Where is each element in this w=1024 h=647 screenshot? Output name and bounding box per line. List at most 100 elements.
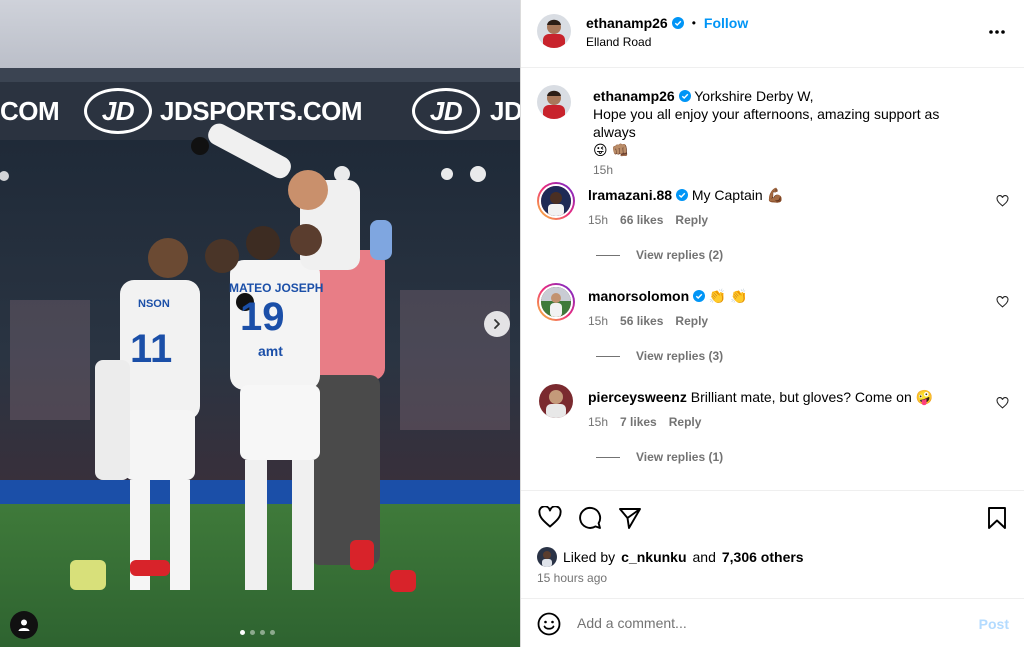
more-horizontal-icon: [989, 30, 1005, 34]
save-button[interactable]: [987, 506, 1007, 535]
replies-divider: [596, 254, 620, 256]
post-header: ethanamp26 • Follow Elland Road: [521, 0, 1024, 68]
view-replies-button[interactable]: View replies (2): [596, 248, 723, 262]
liked-by-prefix: Liked by: [563, 549, 616, 565]
separator-dot: •: [691, 16, 696, 30]
caption-username[interactable]: ethanamp26: [593, 88, 675, 104]
user-icon: [18, 619, 30, 631]
likes-summary: Liked by c_nkunku and 7,306 others: [537, 547, 804, 567]
author-avatar[interactable]: [537, 85, 571, 119]
comment-likes[interactable]: 7 likes: [620, 415, 657, 429]
replies-divider: [596, 355, 620, 357]
chevron-right-icon: [494, 319, 500, 329]
svg-text:amt: amt: [258, 343, 283, 359]
comment-like-button[interactable]: [996, 194, 1009, 212]
replies-divider: [596, 456, 620, 458]
view-replies-label: View replies (1): [636, 450, 724, 464]
carousel-dot: [260, 630, 265, 635]
emoji-picker-button[interactable]: [537, 612, 561, 641]
ad-board-text-main: JDSPORTS.COM: [160, 96, 363, 126]
commenter-avatar[interactable]: [537, 283, 575, 321]
ad-board-logo-right: JD: [412, 88, 480, 134]
comment-text: My Captain 💪🏾: [691, 187, 784, 203]
post-side-panel: ethanamp26 • Follow Elland Road ethanamp…: [520, 0, 1024, 647]
caption-line-1: Yorkshire Derby W,: [694, 88, 814, 104]
reply-button[interactable]: Reply: [669, 415, 702, 429]
caption-text: ethanamp26 Yorkshire Derby W, Hope you a…: [593, 87, 983, 159]
svg-text:19: 19: [240, 295, 285, 339]
heart-icon: [996, 194, 1009, 207]
comment-username[interactable]: lramazani.88: [588, 187, 672, 203]
comment-input[interactable]: [577, 611, 957, 635]
heart-icon: [996, 295, 1009, 308]
more-options-button[interactable]: [988, 22, 1006, 40]
liked-by-others[interactable]: 7,306 others: [722, 549, 804, 565]
reply-button[interactable]: Reply: [675, 314, 708, 328]
verified-badge-icon: [678, 90, 691, 102]
bookmark-icon: [988, 507, 1006, 529]
liked-by-and: and: [692, 549, 716, 565]
tagged-users-button[interactable]: [10, 611, 38, 639]
verified-badge-icon: [671, 17, 684, 29]
comment-text: 👏 👏: [708, 288, 748, 304]
verified-badge-icon: [675, 189, 688, 201]
commenter-avatar[interactable]: [537, 182, 575, 220]
view-replies-button[interactable]: View replies (1): [596, 450, 723, 464]
caption-meta: 15h: [593, 163, 613, 177]
ad-board-text-left: COM: [0, 96, 60, 126]
emoji-icon: [537, 612, 561, 636]
comment-time[interactable]: 15h: [588, 314, 608, 328]
commenter-avatar-image: [539, 384, 573, 418]
comment-text: Brilliant mate, but gloves? Come on 🤪: [690, 389, 934, 405]
comment-username[interactable]: pierceysweenz: [588, 389, 687, 405]
comment-button[interactable]: [578, 506, 602, 535]
post-actions: Liked by c_nkunku and 7,306 others 15 ho…: [521, 490, 1024, 597]
svg-text:NSON: NSON: [138, 298, 170, 310]
comment-composer: Post: [521, 598, 1024, 647]
carousel-dot: [250, 630, 255, 635]
liked-by-user[interactable]: c_nkunku: [621, 549, 686, 565]
view-replies-label: View replies (3): [636, 349, 724, 363]
liker-avatar[interactable]: [537, 547, 557, 567]
svg-text:MATEO JOSEPH: MATEO JOSEPH: [229, 281, 323, 295]
view-replies-button[interactable]: View replies (3): [596, 349, 723, 363]
reply-button[interactable]: Reply: [675, 213, 708, 227]
next-image-button[interactable]: [484, 311, 510, 337]
post-timestamp[interactable]: 15 hours ago: [537, 571, 607, 585]
carousel-dot: [240, 630, 245, 635]
comment-time[interactable]: 15h: [588, 213, 608, 227]
author-username[interactable]: ethanamp26: [586, 15, 668, 31]
commenter-avatar[interactable]: [539, 384, 573, 418]
verified-badge-icon: [693, 290, 706, 302]
comment-likes[interactable]: 66 likes: [620, 213, 663, 227]
post-location[interactable]: Elland Road: [586, 35, 651, 49]
view-replies-label: View replies (2): [636, 248, 724, 262]
comment-meta: 15h 66 likes Reply: [588, 213, 708, 227]
caption-line-2: Hope you all enjoy your afternoons, amaz…: [593, 106, 940, 140]
header-title-row: ethanamp26 • Follow: [586, 15, 748, 31]
comment-bubble-icon: [579, 507, 602, 529]
post-media[interactable]: 19 11 MATEO JOSEPH NSON amt COM JD JDSPO…: [0, 0, 520, 647]
ad-board-logo: JD: [84, 88, 152, 134]
share-button[interactable]: [618, 506, 642, 535]
comment-username[interactable]: manorsolomon: [588, 288, 689, 304]
comment-like-button[interactable]: [996, 295, 1009, 313]
author-avatar-image: [537, 14, 571, 48]
post-comment-button[interactable]: Post: [979, 616, 1009, 632]
caption-time[interactable]: 15h: [593, 163, 613, 177]
comment-meta: 15h 56 likes Reply: [588, 314, 708, 328]
comments-list[interactable]: ethanamp26 Yorkshire Derby W, Hope you a…: [521, 69, 1024, 490]
send-icon: [619, 508, 641, 529]
author-avatar[interactable]: [537, 14, 571, 48]
comment-likes[interactable]: 56 likes: [620, 314, 663, 328]
comment-body: lramazani.88 My Captain 💪🏾: [588, 186, 978, 204]
svg-text:11: 11: [130, 327, 172, 371]
follow-button[interactable]: Follow: [704, 15, 748, 31]
heart-icon: [996, 396, 1009, 409]
liker-avatar-image: [537, 547, 557, 567]
commenter-avatar-image: [541, 186, 571, 216]
carousel-dot: [270, 630, 275, 635]
like-button[interactable]: [538, 505, 562, 533]
comment-like-button[interactable]: [996, 396, 1009, 414]
comment-time[interactable]: 15h: [588, 415, 608, 429]
